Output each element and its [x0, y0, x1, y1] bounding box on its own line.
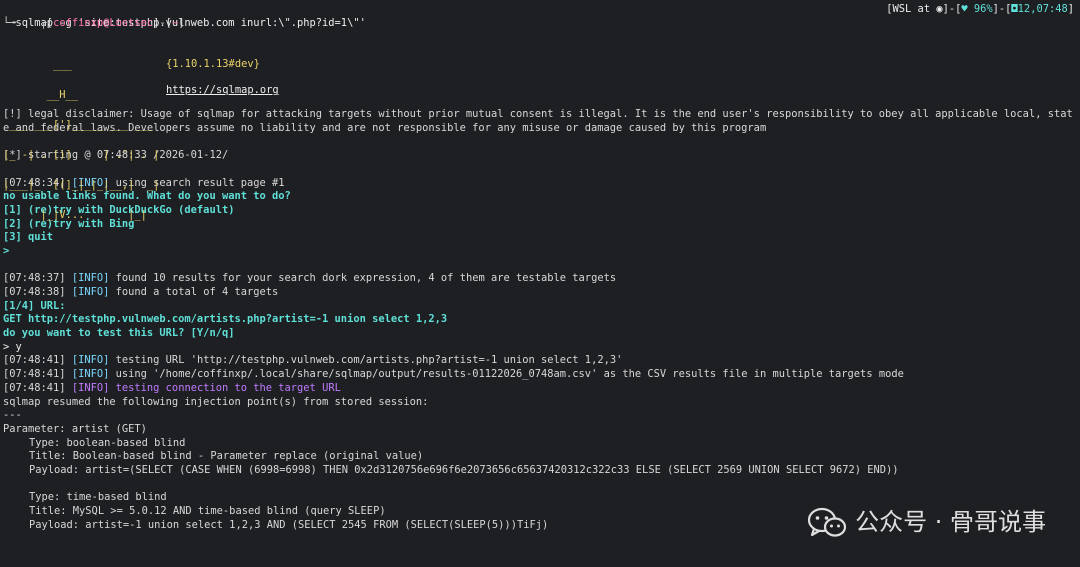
log-line: [07:48:41] [INFO] testing connection to …	[3, 382, 1076, 396]
log-line: [07:48:41] [INFO] using '/home/coffinxp/…	[3, 368, 1076, 382]
log-time: [07:48:41]	[3, 368, 66, 381]
shell-prompt-line: ┌[coffinxp@Lostsec]-[~] [WSL at ◉]-[♥ 96…	[3, 3, 1076, 29]
wsl-status: [WSL at ◉]-[	[886, 3, 962, 15]
sqlmap-url-link[interactable]: https://sqlmap.org	[166, 84, 279, 98]
log-time: [07:48:37]	[3, 272, 66, 285]
clock-indicator: ◘12,07:48	[1011, 3, 1068, 15]
log-message: using '/home/coffinxp/.local/share/sqlma…	[109, 368, 904, 381]
log-message: testing URL 'http://testphp.vulnweb.com/…	[109, 354, 623, 367]
user-answer[interactable]: > y	[3, 341, 1076, 355]
input-prompt[interactable]: >	[3, 245, 1076, 259]
sqlmap-logo: ___ __H__ ___ ___[']_____ ___ ___ |_ -| …	[3, 40, 1076, 220]
status-sep: ]-[	[992, 3, 1012, 15]
logo-art-line: |_ -| . [)] | .'| . |	[3, 149, 160, 162]
log-level-info: [INFO]	[71, 381, 110, 394]
target-url: GET http://testphp.vulnweb.com/artists.p…	[3, 313, 448, 326]
log-line: [07:48:41] [INFO] testing URL 'http://te…	[3, 354, 1076, 368]
logo-art-line: ___ ___[']_____ ___ ___	[3, 119, 166, 132]
logo-art: ___ __H__ ___ ___[']_____ ___ ___ |_ -| …	[3, 40, 166, 240]
separator: ---	[3, 409, 22, 422]
parameter-line: Parameter: artist (GET)	[3, 422, 147, 435]
battery-indicator: ♥ 96%	[961, 3, 993, 15]
log-line: [07:48:37] [INFO] found 10 results for y…	[3, 272, 1076, 286]
injection-type: Type: boolean-based blind	[29, 436, 186, 449]
logo-art-line: |_|V... |_|	[3, 209, 160, 222]
logo-art-line: |___|_ [(]_|_|_|__,| _|	[3, 179, 160, 192]
log-level-info: [INFO]	[71, 368, 110, 381]
log-message: found 10 results for your search dork ex…	[109, 272, 617, 285]
prompt-bracket-close: ]	[178, 16, 185, 29]
log-line: [07:48:38] [INFO] found a total of 4 tar…	[3, 286, 1076, 300]
prompt-bracket: ┌[	[40, 16, 54, 29]
prompt-host: Lostsec	[109, 16, 154, 29]
log-level-info: [INFO]	[71, 286, 110, 299]
log-time: [07:48:41]	[3, 354, 66, 367]
logo-art-line: __H__	[3, 89, 79, 102]
log-time: [07:48:41]	[3, 381, 66, 394]
resumed-message: sqlmap resumed the following injection p…	[3, 395, 429, 408]
injection-type: Type: time-based blind	[29, 491, 167, 504]
wechat-icon	[808, 507, 847, 537]
url-index: [1/4] URL:	[3, 299, 66, 312]
log-time: [07:48:38]	[3, 286, 66, 299]
watermark-text: 公众号 · 骨哥说事	[855, 508, 1046, 537]
test-url-question: do you want to test this URL? [Y/n/q]	[3, 327, 235, 340]
log-message: testing connection to the target URL	[109, 381, 341, 394]
status-close: ]	[1067, 3, 1074, 15]
log-level-info: [INFO]	[71, 272, 110, 285]
status-bar: [WSL at ◉]-[♥ 96%]-[◘12,07:48]	[886, 3, 1074, 17]
log-message: found a total of 4 targets	[109, 286, 279, 299]
log-level-info: [INFO]	[71, 354, 110, 367]
injection-payload: Payload: artist=(SELECT (CASE WHEN (6998…	[29, 463, 899, 476]
sqlmap-version: {1.10.1.13#dev}	[166, 58, 260, 71]
wechat-watermark: 公众号 · 骨哥说事	[807, 507, 1046, 539]
logo-art-line: ___	[3, 59, 72, 72]
prompt-sep: ]-[	[153, 16, 172, 29]
prompt-user: coffinxp	[53, 16, 104, 29]
terminal-window[interactable]: ┌[coffinxp@Lostsec]-[~] [WSL at ◉]-[♥ 96…	[3, 3, 1076, 567]
injection-title: Title: Boolean-based blind - Parameter r…	[29, 450, 424, 463]
